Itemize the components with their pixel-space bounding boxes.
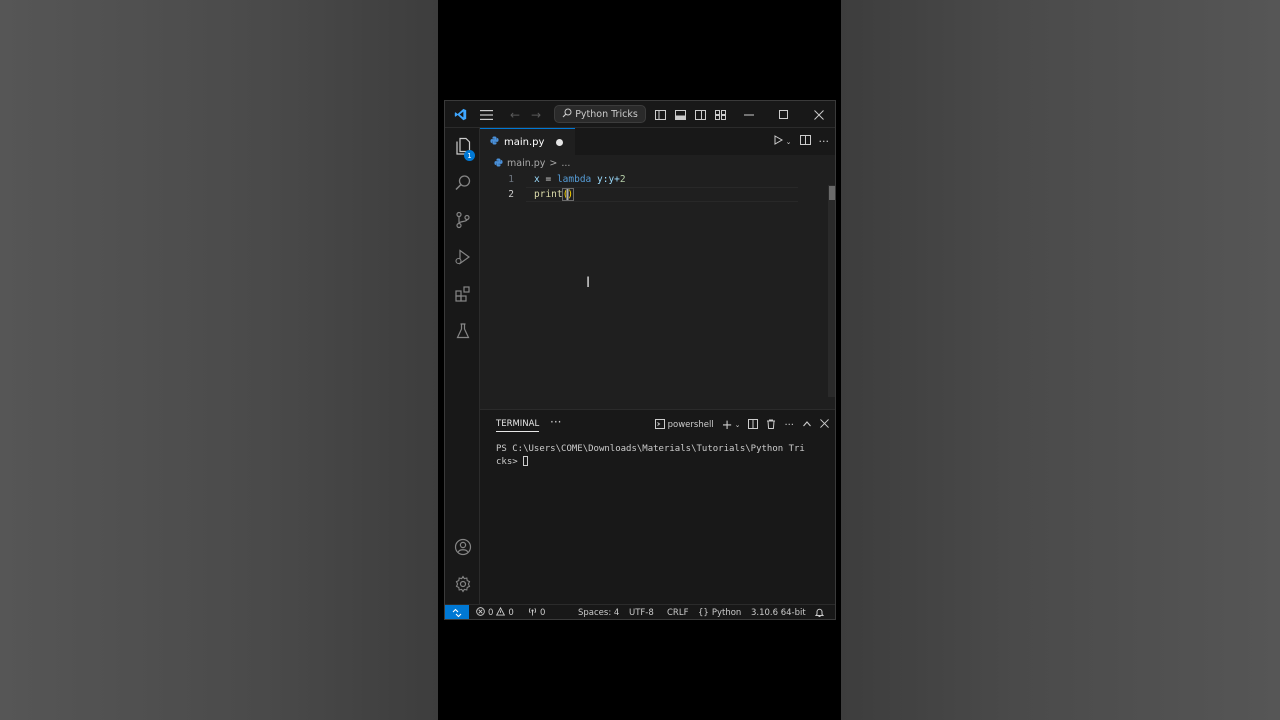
toggle-panel-icon[interactable] <box>673 101 687 128</box>
run-dropdown-chevron-icon[interactable]: ⌄ <box>786 138 792 146</box>
new-terminal-plus-icon[interactable]: + <box>722 418 733 433</box>
source-control-icon[interactable] <box>445 205 480 235</box>
broadcast-icon <box>528 607 537 619</box>
maximize-icon[interactable] <box>774 101 794 128</box>
editor-tab-bar: main.py ⌄ ··· <box>480 128 835 155</box>
run-python-icon[interactable] <box>773 135 783 148</box>
run-debug-icon[interactable] <box>445 242 480 272</box>
terminal-output[interactable]: PS C:\Users\COME\Downloads\Materials\Tut… <box>496 443 826 468</box>
close-panel-icon[interactable] <box>820 419 829 431</box>
terminal-more-icon[interactable]: ··· <box>784 420 794 431</box>
notifications-bell-icon[interactable] <box>815 605 824 619</box>
command-center-label: Python Tricks <box>575 108 638 120</box>
python-file-icon <box>490 136 499 148</box>
split-terminal-icon[interactable] <box>748 418 759 432</box>
line-number: 1 <box>508 174 514 185</box>
error-icon <box>476 607 485 619</box>
code-text[interactable]: print() <box>534 188 575 201</box>
split-editor-icon[interactable] <box>799 135 811 148</box>
panel-more-icon[interactable]: ··· <box>550 415 561 429</box>
tab-filename: main.py <box>504 136 545 148</box>
problems-indicator[interactable]: 0 0 <box>476 605 514 619</box>
forward-arrow-icon[interactable]: → <box>528 101 544 128</box>
breadcrumb-file[interactable]: main.py <box>507 158 545 169</box>
background-left <box>0 0 438 720</box>
breadcrumb-more[interactable]: ... <box>561 158 570 169</box>
warning-icon <box>496 606 506 619</box>
close-icon[interactable] <box>809 101 829 128</box>
background-right <box>841 0 1280 720</box>
kill-terminal-trash-icon[interactable] <box>766 419 776 432</box>
settings-gear-icon[interactable] <box>445 569 480 599</box>
breadcrumb-separator: > <box>549 158 558 169</box>
terminal-dropdown-chevron-icon[interactable]: ⌄ <box>735 421 741 429</box>
code-editor[interactable]: 1 x = lambda y:y+2 2 print() <box>480 172 835 409</box>
mouse-ibeam-cursor-icon: I <box>586 275 591 291</box>
indentation-indicator[interactable]: Spaces: 4 <box>578 605 619 619</box>
code-line[interactable]: 1 x = lambda y:y+2 <box>480 172 800 187</box>
language-mode-indicator[interactable]: {} Python <box>698 605 742 619</box>
vscode-logo-icon <box>449 101 471 128</box>
language-mode: Python <box>711 608 742 618</box>
search-icon <box>562 108 572 121</box>
code-line[interactable]: 2 print() <box>480 187 800 202</box>
eol-indicator[interactable]: CRLF <box>667 605 688 619</box>
ports-indicator[interactable]: 0 <box>528 605 546 619</box>
breadcrumb: main.py > ... <box>480 155 835 172</box>
toggle-secondary-sidebar-icon[interactable] <box>693 101 707 128</box>
terminal-profile[interactable]: powershell <box>654 418 714 432</box>
vscode-window: ← → Python Tricks 1 main.py ⌄ ··· main.p… <box>444 100 836 620</box>
python-file-icon <box>494 157 503 170</box>
terminal-panel: TERMINAL ··· powershell + ⌄ ··· PS C:\Us… <box>480 409 835 604</box>
title-bar: ← → Python Tricks <box>445 101 835 128</box>
tab-terminal[interactable]: TERMINAL <box>496 419 540 432</box>
python-interpreter-indicator[interactable]: 3.10.6 64-bit <box>751 605 806 619</box>
warning-count: 0 <box>508 608 514 618</box>
panel-actions: powershell + ⌄ ··· <box>654 410 829 440</box>
search-view-icon[interactable] <box>445 168 480 198</box>
editor-actions: ⌄ ··· <box>773 128 829 155</box>
line-number: 2 <box>508 189 514 200</box>
maximize-panel-chevron-up-icon[interactable] <box>802 419 812 432</box>
terminal-shell-name: powershell <box>667 420 714 430</box>
accounts-icon[interactable] <box>445 532 480 562</box>
error-count: 0 <box>488 608 494 618</box>
more-actions-icon[interactable]: ··· <box>819 135 830 148</box>
code-text[interactable]: x = lambda y:y+2 <box>534 174 626 185</box>
remote-indicator-icon[interactable] <box>445 605 469 619</box>
terminal-icon <box>654 418 665 432</box>
braces-icon: {} <box>698 608 709 618</box>
explorer-badge: 1 <box>464 150 475 161</box>
terminal-prompt: cks> <box>496 456 524 467</box>
customize-layout-icon[interactable] <box>713 101 727 128</box>
unsaved-dot-icon[interactable] <box>556 139 563 146</box>
terminal-line: PS C:\Users\COME\Downloads\Materials\Tut… <box>496 444 805 454</box>
menu-icon[interactable] <box>475 101 497 128</box>
tab-main-py[interactable]: main.py <box>480 128 575 155</box>
activity-bar: 1 <box>445 128 480 604</box>
minimize-icon[interactable] <box>739 101 759 128</box>
terminal-cursor <box>523 456 529 466</box>
command-center[interactable]: Python Tricks <box>554 105 646 123</box>
toggle-primary-sidebar-icon[interactable] <box>653 101 667 128</box>
explorer-icon[interactable]: 1 <box>445 131 480 161</box>
editor-scrollbar-thumb[interactable] <box>829 186 835 200</box>
testing-flask-icon[interactable] <box>445 316 480 346</box>
encoding-indicator[interactable]: UTF-8 <box>629 605 654 619</box>
extensions-icon[interactable] <box>445 279 480 309</box>
editor-scrollbar[interactable] <box>828 185 835 397</box>
back-arrow-icon[interactable]: ← <box>507 101 523 128</box>
status-bar: 0 0 0 Spaces: 4 UTF-8 CRLF {} Python 3.1… <box>445 604 835 619</box>
ports-count: 0 <box>540 608 546 618</box>
